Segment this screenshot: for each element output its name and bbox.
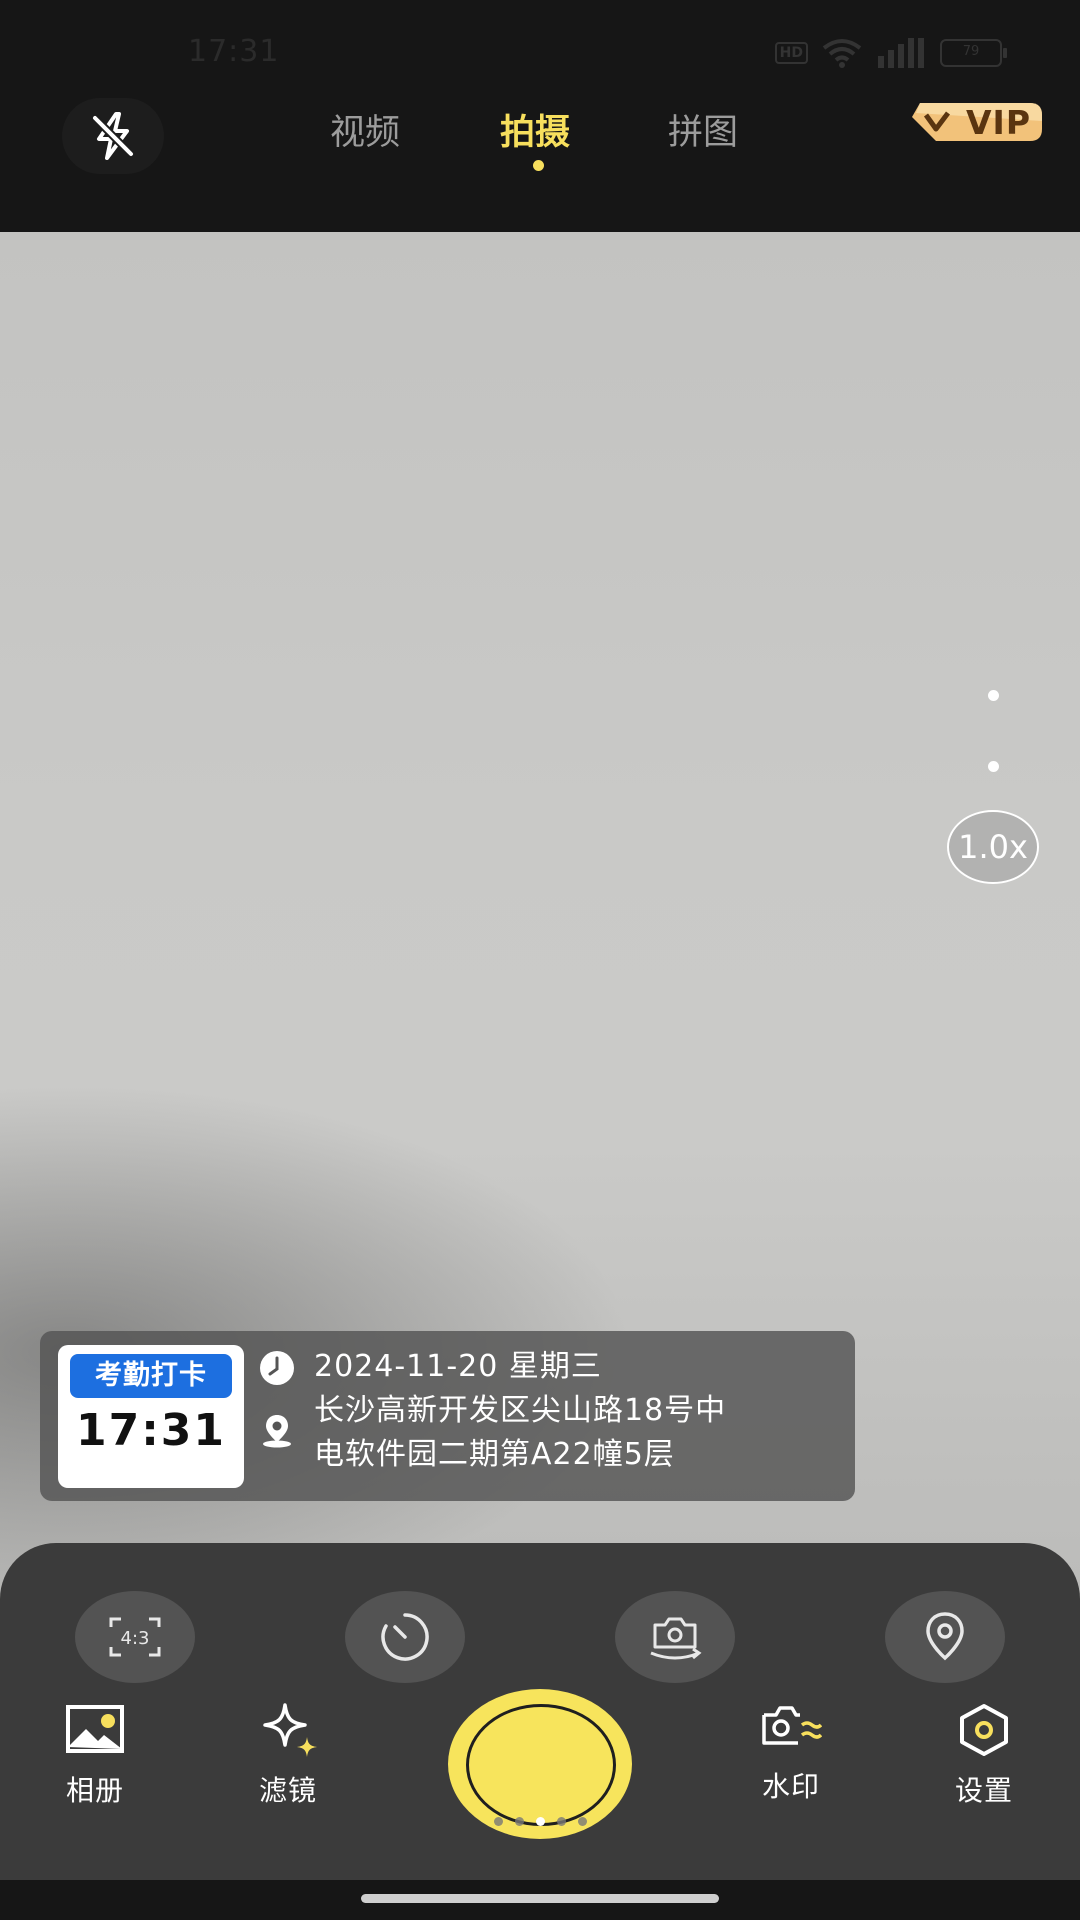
tab-video[interactable]: 视频 — [330, 104, 400, 155]
stamp-title: 考勤打卡 — [70, 1354, 232, 1398]
zoom-level-dot[interactable] — [988, 761, 999, 772]
page-dot — [493, 1817, 503, 1826]
watermark-button[interactable]: 水印 — [731, 1699, 851, 1805]
watermark-address-row: 长沙高新开发区尖山路18号中 电软件园二期第A22幢5层 — [258, 1389, 726, 1477]
tab-photo[interactable]: 拍摄 — [500, 104, 570, 155]
page-dot — [556, 1817, 566, 1826]
watermark-date-row: 2024-11-20 星期三 — [258, 1345, 602, 1389]
active-tab-indicator — [533, 160, 544, 171]
switch-camera-button[interactable] — [615, 1591, 735, 1683]
address-line-1: 长沙高新开发区尖山路18号中 — [314, 1393, 727, 1428]
wifi-icon — [822, 39, 862, 68]
aspect-ratio-icon: 4:3 — [109, 1617, 161, 1657]
shutter-inner-ring — [466, 1704, 616, 1826]
album-button[interactable]: 相册 — [35, 1703, 155, 1809]
gesture-area — [0, 1880, 1080, 1920]
zoom-level-dot[interactable] — [988, 690, 999, 701]
watermark-address: 长沙高新开发区尖山路18号中 电软件园二期第A22幢5层 — [314, 1389, 726, 1477]
stamp-time: 17:31 — [75, 1405, 227, 1456]
signal-icon — [878, 38, 924, 68]
attendance-stamp: 考勤打卡 17:31 — [58, 1345, 244, 1488]
bottom-control-panel: 4:3 相册 滤镜 水印 设置 — [0, 1543, 1080, 1880]
watermark-label: 水印 — [761, 1770, 820, 1803]
timer-icon — [381, 1613, 429, 1661]
location-button[interactable] — [885, 1591, 1005, 1683]
status-icons: HD 79 — [774, 38, 1007, 68]
home-gesture-bar[interactable] — [361, 1894, 719, 1903]
page-indicator — [0, 1817, 1080, 1829]
page-dot — [577, 1817, 587, 1826]
watermark-camera-icon — [762, 1706, 822, 1745]
watermark-card[interactable]: 考勤打卡 17:31 2024-11-20 星期三 长沙高新开发区尖山路18号中… — [40, 1331, 855, 1501]
aspect-ratio-button[interactable]: 4:3 — [75, 1591, 195, 1683]
status-time: 17:31 — [188, 34, 280, 69]
switch-camera-icon — [650, 1617, 702, 1660]
clock-icon — [260, 1351, 294, 1385]
filter-label: 滤镜 — [258, 1774, 317, 1807]
timer-button[interactable] — [345, 1591, 465, 1683]
album-icon — [66, 1705, 124, 1753]
watermark-date: 2024-11-20 星期三 — [314, 1349, 602, 1384]
battery-icon: 79 — [940, 39, 1007, 67]
settings-button[interactable]: 设置 — [924, 1703, 1044, 1809]
filter-button[interactable]: 滤镜 — [228, 1703, 348, 1809]
zoom-button[interactable]: 1.0x — [947, 810, 1039, 884]
album-label: 相册 — [65, 1774, 124, 1807]
address-line-2: 电软件园二期第A22幢5层 — [314, 1437, 675, 1472]
page-dot-active — [535, 1817, 545, 1826]
page-dot — [514, 1817, 524, 1826]
location-icon — [926, 1612, 964, 1661]
status-bar: 17:31 HD 79 — [0, 0, 1080, 110]
location-pin-icon — [263, 1415, 291, 1448]
settings-hexagon-icon — [960, 1704, 1008, 1756]
tab-collage[interactable]: 拼图 — [668, 104, 738, 155]
hd-icon: HD — [774, 42, 808, 64]
camera-screen: 视频 拍摄 拼图 VIP 17:31 HD 79 1.0x 考勤打卡 17:31… — [0, 0, 1080, 1920]
filter-sparkle-icon — [263, 1703, 317, 1757]
aspect-ratio-label: 4:3 — [121, 1628, 150, 1649]
settings-label: 设置 — [954, 1774, 1013, 1807]
